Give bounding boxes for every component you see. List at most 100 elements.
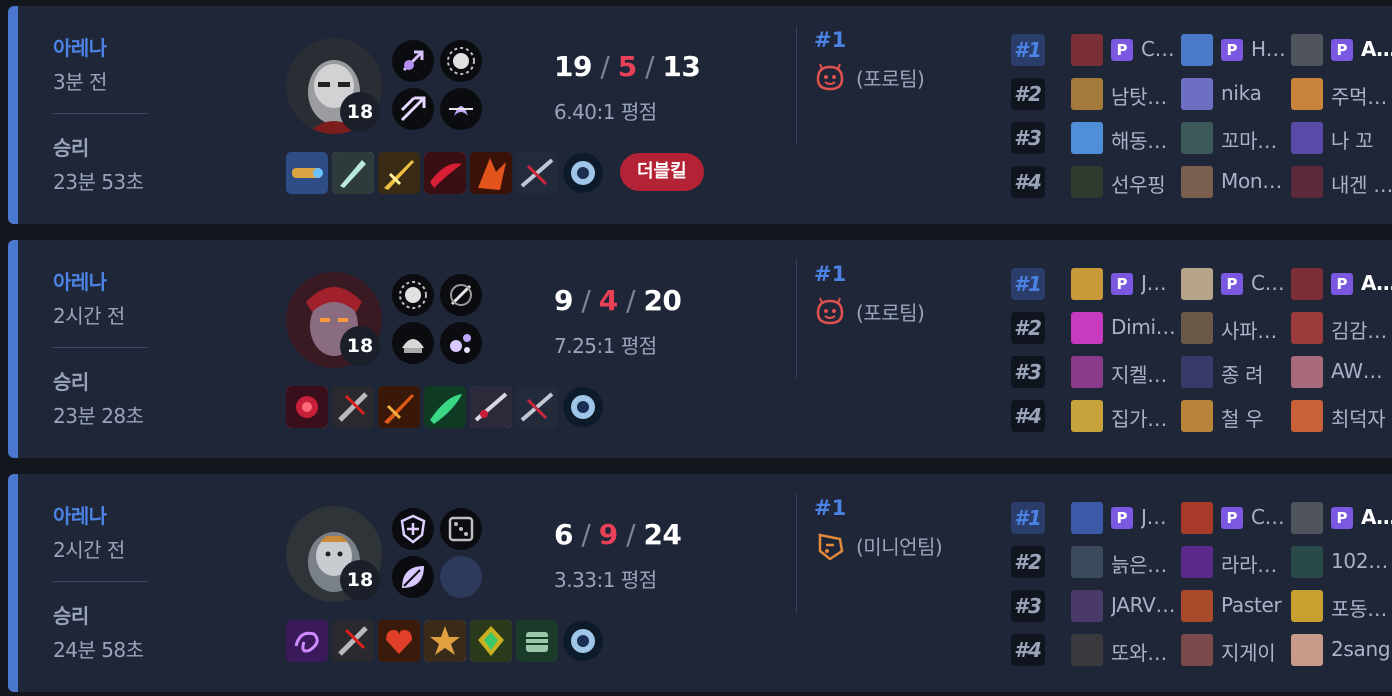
placement-number: #2 — [1011, 312, 1045, 344]
placement-number: #1 — [1011, 34, 1045, 66]
team-name: (포로팀) — [856, 301, 925, 325]
crimson-blade-item[interactable] — [424, 152, 466, 194]
star-item[interactable] — [424, 620, 466, 662]
player-name: 포동… — [1331, 597, 1387, 621]
avatar — [1071, 400, 1103, 432]
premium-badge: P — [1111, 507, 1133, 529]
player-name: Dimit… — [1111, 315, 1177, 339]
kda-ratio: 6.40:1 평점 — [554, 100, 657, 124]
team-name: (미니언팀) — [856, 535, 943, 559]
gauntlet-item[interactable] — [516, 620, 558, 662]
deaths: 9 — [598, 518, 618, 551]
player-name: 1024… — [1331, 549, 1392, 573]
champion-level: 18 — [340, 92, 380, 132]
premium-badge: P — [1111, 39, 1133, 61]
premium-badge: P — [1331, 39, 1353, 61]
chain-item[interactable] — [332, 386, 374, 428]
game-mode: 아레나 — [53, 36, 107, 60]
kills: 9 — [554, 284, 573, 317]
avatar — [1071, 546, 1103, 578]
player-name: 또와… — [1111, 641, 1167, 665]
avatar — [1181, 166, 1213, 198]
orbs-spell-icon[interactable] — [440, 322, 482, 364]
placement: #1 — [814, 262, 847, 286]
divider — [53, 113, 148, 114]
avatar — [1291, 590, 1323, 622]
divider — [796, 494, 797, 612]
shield-spell-icon[interactable] — [392, 508, 434, 550]
avatar — [1071, 502, 1103, 534]
player-name: 2sang — [1331, 637, 1391, 661]
swirl-item[interactable] — [286, 620, 328, 662]
dice-spell-icon[interactable] — [440, 508, 482, 550]
avatar — [1291, 400, 1323, 432]
kda: 9 / 4 / 20 — [554, 284, 682, 317]
player-name: 나 꼬 — [1331, 129, 1374, 153]
gold-sword-item[interactable] — [378, 152, 420, 194]
deaths: 5 — [617, 50, 637, 83]
match-duration: 24분 58초 — [53, 638, 144, 662]
avatar — [1071, 122, 1103, 154]
player-name: 철 우 — [1221, 407, 1264, 431]
avatar — [1291, 78, 1323, 110]
match-card[interactable]: 아레나 2시간 전 승리 24분 58초 18 6 / 9 / 24 3.33:… — [8, 474, 1392, 692]
poro-team-icon — [814, 295, 846, 327]
player-name: 해동… — [1111, 129, 1167, 153]
match-result: 승리 — [53, 604, 89, 628]
flame-sword-item[interactable] — [378, 386, 420, 428]
fire-greaves-item[interactable] — [470, 152, 512, 194]
placement-number: #1 — [1011, 502, 1045, 534]
avatar — [1181, 634, 1213, 666]
avatar — [1071, 312, 1103, 344]
time-ago: 3분 전 — [53, 70, 107, 94]
assists: 24 — [643, 518, 682, 551]
crossbow-item[interactable] — [516, 152, 558, 194]
avatar — [1071, 356, 1103, 388]
avatar — [1181, 78, 1213, 110]
chain-item[interactable] — [332, 620, 374, 662]
match-result: 승리 — [53, 370, 89, 394]
player-name: Ci… — [1251, 505, 1289, 529]
emerald-item[interactable] — [470, 620, 512, 662]
premium-badge: P — [1111, 273, 1133, 295]
avatar — [1071, 268, 1103, 300]
placement-number: #3 — [1011, 122, 1045, 154]
green-blade-item[interactable] — [424, 386, 466, 428]
flame-bolt-spell-icon[interactable] — [440, 88, 482, 130]
match-card[interactable]: 아레나 3분 전 승리 23분 53초 18 19 / 5 / 13 6.40:… — [8, 6, 1392, 224]
deaths: 4 — [598, 284, 618, 317]
team-name: (포로팀) — [856, 67, 925, 91]
leaf-spell-icon[interactable] — [392, 556, 434, 598]
slash-spell-icon[interactable] — [440, 274, 482, 316]
avatar — [1291, 356, 1323, 388]
avatar — [1071, 166, 1103, 198]
placement-number: #4 — [1011, 400, 1045, 432]
player-name: 최덕자 — [1331, 407, 1386, 431]
lance-item[interactable] — [470, 386, 512, 428]
kills: 19 — [554, 50, 592, 83]
avatar — [1291, 546, 1323, 578]
heart-item[interactable] — [378, 620, 420, 662]
helmet-spell-icon[interactable] — [392, 322, 434, 364]
eye-trinket[interactable] — [562, 386, 604, 428]
crossbow-item[interactable] — [516, 386, 558, 428]
sunburst-spell-icon[interactable] — [440, 40, 482, 82]
arrows-spell-icon[interactable] — [392, 88, 434, 130]
player-name: 사파… — [1221, 319, 1277, 343]
rose-item[interactable] — [286, 386, 328, 428]
eye-trinket[interactable] — [562, 620, 604, 662]
arrow-cross-spell-icon[interactable] — [392, 40, 434, 82]
avatar — [1181, 122, 1213, 154]
avatar — [1181, 546, 1213, 578]
avatar — [1181, 312, 1213, 344]
placement: #1 — [814, 496, 847, 520]
premium-badge: P — [1221, 39, 1243, 61]
sunburst-spell-icon[interactable] — [392, 274, 434, 316]
time-ago: 2시간 전 — [53, 304, 125, 328]
match-duration: 23분 53초 — [53, 170, 144, 194]
blade-item[interactable] — [332, 152, 374, 194]
match-card[interactable]: 아레나 2시간 전 승리 23분 28초 18 9 / 4 / 20 7.25:… — [8, 240, 1392, 458]
cannon-item[interactable] — [286, 152, 328, 194]
eye-trinket[interactable] — [562, 152, 604, 194]
player-name: J… — [1141, 271, 1167, 295]
